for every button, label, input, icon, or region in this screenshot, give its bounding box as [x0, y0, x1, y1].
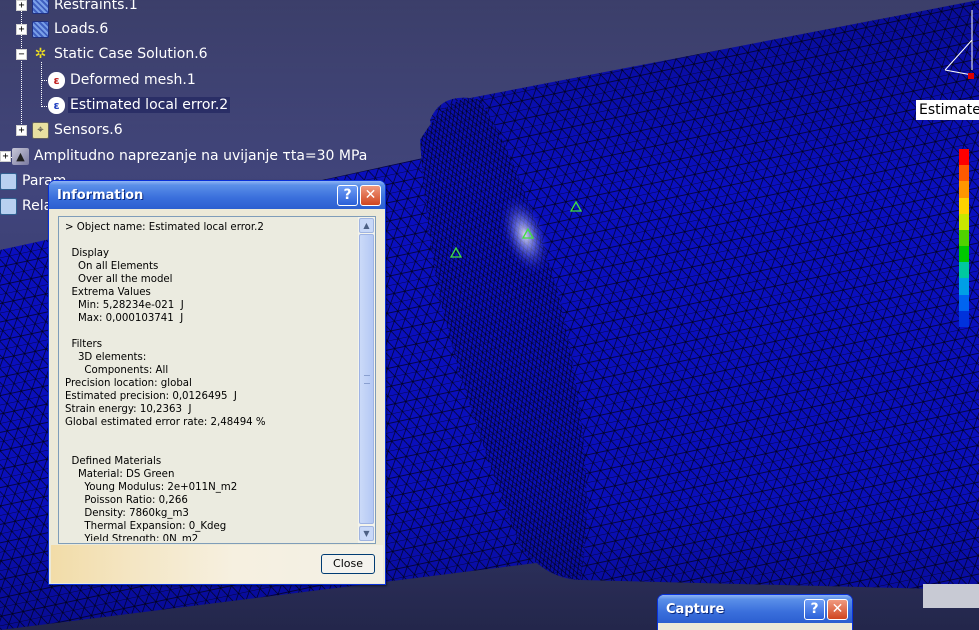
collapse-solution-icon[interactable]: −	[16, 49, 27, 60]
tree-item-sensors[interactable]: ⌖ Sensors.6	[32, 120, 125, 140]
status-panel	[923, 584, 979, 608]
tree-item-deformed-mesh[interactable]: ε Deformed mesh.1	[48, 70, 198, 90]
help-button[interactable]: ?	[337, 184, 358, 206]
info-line: Estimated precision: 0,0126495 J	[65, 391, 237, 402]
info-line	[65, 429, 361, 442]
info-line: Thermal Expansion: 0_Kdeg	[65, 521, 227, 532]
color-scale-swatch	[959, 197, 969, 214]
color-scale-swatch	[959, 213, 969, 230]
deformed-mesh-icon: ε	[48, 71, 65, 89]
color-scale-swatch	[959, 310, 969, 327]
close-button[interactable]: Close	[321, 554, 375, 574]
tree-item-loads[interactable]: Loads.6	[32, 19, 110, 39]
info-line: Precision location: global	[65, 378, 192, 389]
loads-icon	[32, 20, 49, 38]
capture-dialog-title: Capture	[666, 601, 725, 617]
scroll-up-icon[interactable]: ▲	[359, 218, 374, 233]
expand-sensors-icon[interactable]: +	[16, 125, 27, 136]
information-text: > Object name: Estimated local error.2 D…	[65, 221, 361, 541]
capture-dialog: Capture ? ✕	[657, 594, 853, 630]
tree-item-static-case-solution[interactable]: ✲ Static Case Solution.6	[32, 44, 210, 64]
info-line: 3D elements:	[65, 352, 147, 363]
color-scale-swatch	[959, 149, 969, 166]
info-line: Min: 5,28234e-021 J	[65, 300, 184, 311]
amplitude-icon: ▲	[12, 147, 29, 165]
info-line: Strain energy: 10,2363 J	[65, 404, 192, 415]
capture-dialog-titlebar[interactable]: Capture ? ✕	[658, 595, 852, 623]
info-line: Yield Strength: 0N_m2	[65, 534, 199, 541]
information-dialog-title: Information	[57, 187, 144, 203]
information-text-area[interactable]: > Object name: Estimated local error.2 D…	[58, 216, 376, 544]
information-dialog: Information ? ✕ > Object name: Estimated…	[48, 180, 386, 585]
info-line: Young Modulus: 2e+011N_m2	[65, 482, 238, 493]
color-scale-swatch	[959, 165, 969, 182]
solution-gear-icon: ✲	[34, 46, 47, 62]
capture-help-button[interactable]: ?	[804, 598, 825, 620]
info-line: Display	[65, 248, 110, 259]
color-scale-swatch	[959, 246, 969, 263]
info-line: Max: 0,000103741 J	[65, 313, 184, 324]
info-line: Extrema Values	[65, 287, 151, 298]
info-line	[65, 442, 361, 455]
restraints-icon	[32, 0, 49, 14]
info-line: Defined Materials	[65, 456, 162, 467]
tree-item-estimated-local-error[interactable]: ε Estimated local error.2	[48, 95, 231, 115]
color-scale-swatch	[959, 278, 969, 295]
info-line: Poisson Ratio: 0,266	[65, 495, 188, 506]
color-scale-swatch	[959, 229, 969, 247]
information-dialog-titlebar[interactable]: Information ? ✕	[49, 181, 385, 209]
relations-icon	[0, 197, 17, 215]
scroll-down-icon[interactable]: ▼	[359, 526, 374, 541]
color-scale-swatch	[959, 294, 969, 311]
vertical-scrollbar[interactable]: ▲ ▼	[358, 217, 375, 543]
tree-item-restraints[interactable]: Restraints.1	[32, 0, 140, 15]
info-line: Global estimated error rate: 2,48494 %	[65, 417, 266, 428]
expand-restraints-icon[interactable]: +	[16, 0, 27, 11]
scrollbar-thumb[interactable]	[359, 234, 374, 524]
capture-close-button[interactable]: ✕	[827, 598, 848, 620]
info-line: Density: 7860kg_m3	[65, 508, 189, 519]
color-scale-swatch	[959, 181, 969, 198]
info-line: Over all the model	[65, 274, 173, 285]
info-line	[65, 234, 361, 247]
info-line: > Object name: Estimated local error.2	[65, 222, 264, 233]
info-line: On all Elements	[65, 261, 159, 272]
info-line: Material: DS Green	[65, 469, 175, 480]
local-error-icon: ε	[48, 96, 65, 114]
parameters-icon	[0, 172, 17, 190]
info-line	[65, 325, 361, 338]
expand-amplitude-icon[interactable]: +	[0, 151, 11, 162]
tree-item-amplitude[interactable]: ▲ Amplitudno naprezanje na uvijanje τta=…	[12, 146, 369, 166]
info-line: Filters	[65, 339, 103, 350]
sensors-icon: ⌖	[32, 121, 49, 139]
color-scale-swatch	[959, 262, 969, 279]
info-line: Components: All	[65, 365, 169, 376]
close-window-button[interactable]: ✕	[360, 184, 381, 206]
color-scale-bar	[959, 149, 969, 327]
legend-title[interactable]: Estimated	[916, 100, 979, 120]
expand-loads-icon[interactable]: +	[16, 24, 27, 35]
